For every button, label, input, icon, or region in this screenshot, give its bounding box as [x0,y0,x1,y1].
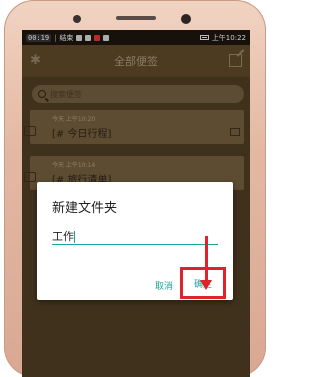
front-sensor [73,15,81,23]
folder-name-input[interactable]: 工作 [52,227,218,245]
earpiece-speaker [116,16,156,20]
screen: 00:19 | 结束 上午10:22 ✱ 全部便签 搜索便签 今天 上午10:2… [22,30,250,377]
text-caret [74,231,75,243]
folder-name-value: 工作 [52,230,74,243]
red-arrow-shaft [205,236,208,284]
cancel-button[interactable]: 取消 [155,279,173,292]
front-camera [181,14,191,24]
red-arrow-head-icon [200,280,212,290]
dialog-title: 新建文件夹 [52,201,118,216]
